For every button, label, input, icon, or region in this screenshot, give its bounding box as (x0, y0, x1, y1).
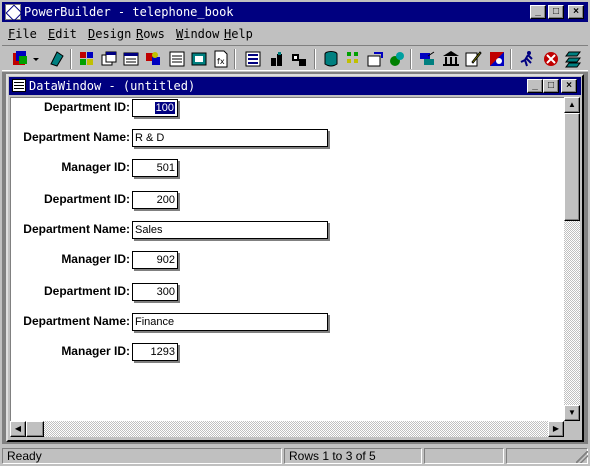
dept-id-label: Department ID: (43, 100, 130, 114)
menu-bar: File Edit Design Rows Window Help (2, 24, 588, 44)
child-maximize-button[interactable]: □ (543, 79, 559, 93)
manager-id-label: Manager ID: (61, 344, 130, 358)
dept-id-label: Department ID: (43, 284, 130, 298)
edit-icon[interactable] (464, 50, 482, 68)
scroll-down-button[interactable]: ▼ (564, 405, 580, 421)
svg-text:fx: fx (217, 57, 225, 66)
scroll-right-button[interactable]: ▶ (548, 421, 564, 437)
pipeline-icon[interactable] (366, 50, 384, 68)
dept-id-field[interactable]: 200 (132, 191, 178, 209)
datawindow-detail-area: Department ID: 100 Department Name: R & … (10, 97, 564, 421)
horizontal-scrollbar[interactable]: ◀ ▶ (10, 421, 564, 437)
status-message: Ready (2, 448, 282, 464)
scrollbar-corner (564, 421, 580, 437)
scroll-left-button[interactable]: ◀ (10, 421, 26, 437)
toolbar-separator (314, 49, 316, 69)
dept-name-field[interactable]: Finance (132, 313, 328, 331)
window-icon[interactable] (100, 50, 118, 68)
status-bar: Ready Rows 1 to 3 of 5 (0, 446, 590, 466)
status-panel-3 (424, 448, 504, 464)
toolbar-separator (234, 49, 236, 69)
scroll-up-button[interactable]: ▲ (564, 97, 580, 113)
dept-name-field[interactable]: R & D (132, 129, 328, 147)
menu-window[interactable]: Window (176, 27, 219, 41)
horizontal-scroll-thumb[interactable] (26, 421, 44, 437)
open-icon[interactable] (48, 50, 66, 68)
run-icon[interactable] (268, 50, 286, 68)
child-minimize-button[interactable]: _ (527, 79, 543, 93)
query-icon[interactable] (190, 50, 208, 68)
dept-id-label: Department ID: (43, 192, 130, 206)
menu-design[interactable]: Design (88, 27, 131, 41)
runner-icon[interactable] (518, 50, 536, 68)
dept-id-field[interactable]: 100 (132, 99, 178, 117)
mdi-client-area: DataWindow - (untitled) _ □ × Department… (2, 72, 588, 444)
menu-help[interactable]: Help (224, 27, 253, 41)
dept-name-field[interactable]: Sales (132, 221, 328, 239)
menu-file[interactable]: File (8, 27, 37, 41)
app-title-bar[interactable]: PowerBuilder - telephone_book _ □ × (2, 2, 588, 22)
dept-name-label: Department Name: (23, 314, 130, 328)
powerbuilder-icon[interactable] (5, 4, 21, 20)
bank-icon[interactable] (442, 50, 460, 68)
size-grip[interactable] (576, 451, 588, 463)
app-title: PowerBuilder - telephone_book (24, 5, 234, 19)
vertical-scrollbar[interactable]: ▲ ▼ (564, 97, 580, 421)
database-icon[interactable] (322, 50, 340, 68)
database-painter-icon[interactable] (344, 50, 362, 68)
menu-rows[interactable]: Rows (136, 27, 165, 41)
color-icon[interactable] (488, 50, 506, 68)
structure-icon[interactable] (144, 50, 162, 68)
vertical-scroll-thumb[interactable] (564, 113, 580, 221)
close-button[interactable]: × (568, 5, 584, 19)
manager-id-label: Manager ID: (61, 252, 130, 266)
manager-id-field[interactable]: 1293 (132, 343, 178, 361)
library-painter-icon[interactable] (564, 50, 582, 68)
report-icon[interactable] (388, 50, 406, 68)
dept-name-label: Department Name: (23, 130, 130, 144)
datawindow-title-bar[interactable]: DataWindow - (untitled) _ □ × (9, 77, 581, 95)
dept-id-field[interactable]: 300 (132, 283, 178, 301)
datawindow-child-window: DataWindow - (untitled) _ □ × Department… (6, 74, 584, 442)
menu-icon[interactable] (122, 50, 140, 68)
datawindow-icon[interactable] (12, 79, 26, 92)
datawindow-icon[interactable] (168, 50, 186, 68)
object-browser-icon[interactable] (418, 50, 436, 68)
toolbar-separator (410, 49, 412, 69)
datawindow-title: DataWindow - (untitled) (29, 79, 196, 93)
toolbar-separator (510, 49, 512, 69)
manager-id-field[interactable]: 501 (132, 159, 178, 177)
minimize-button[interactable]: _ (530, 5, 546, 19)
toolbar-separator (70, 49, 72, 69)
powerbuilder-window: PowerBuilder - telephone_book _ □ × File… (0, 0, 590, 466)
debug-icon[interactable] (290, 50, 308, 68)
manager-id-label: Manager ID: (61, 160, 130, 174)
new-wizard-icon[interactable] (12, 50, 30, 68)
child-close-button[interactable]: × (561, 79, 577, 93)
main-toolbar: fx (2, 45, 588, 71)
dropdown-arrow-icon[interactable] (32, 50, 40, 68)
manager-id-field[interactable]: 902 (132, 251, 178, 269)
menu-edit[interactable]: Edit (48, 27, 77, 41)
dept-name-label: Department Name: (23, 222, 130, 236)
function-icon[interactable]: fx (212, 50, 230, 68)
maximize-button[interactable]: □ (548, 5, 564, 19)
status-row-count: Rows 1 to 3 of 5 (284, 448, 422, 464)
stop-icon[interactable] (542, 50, 560, 68)
library-icon[interactable] (244, 50, 262, 68)
application-icon[interactable] (78, 50, 96, 68)
